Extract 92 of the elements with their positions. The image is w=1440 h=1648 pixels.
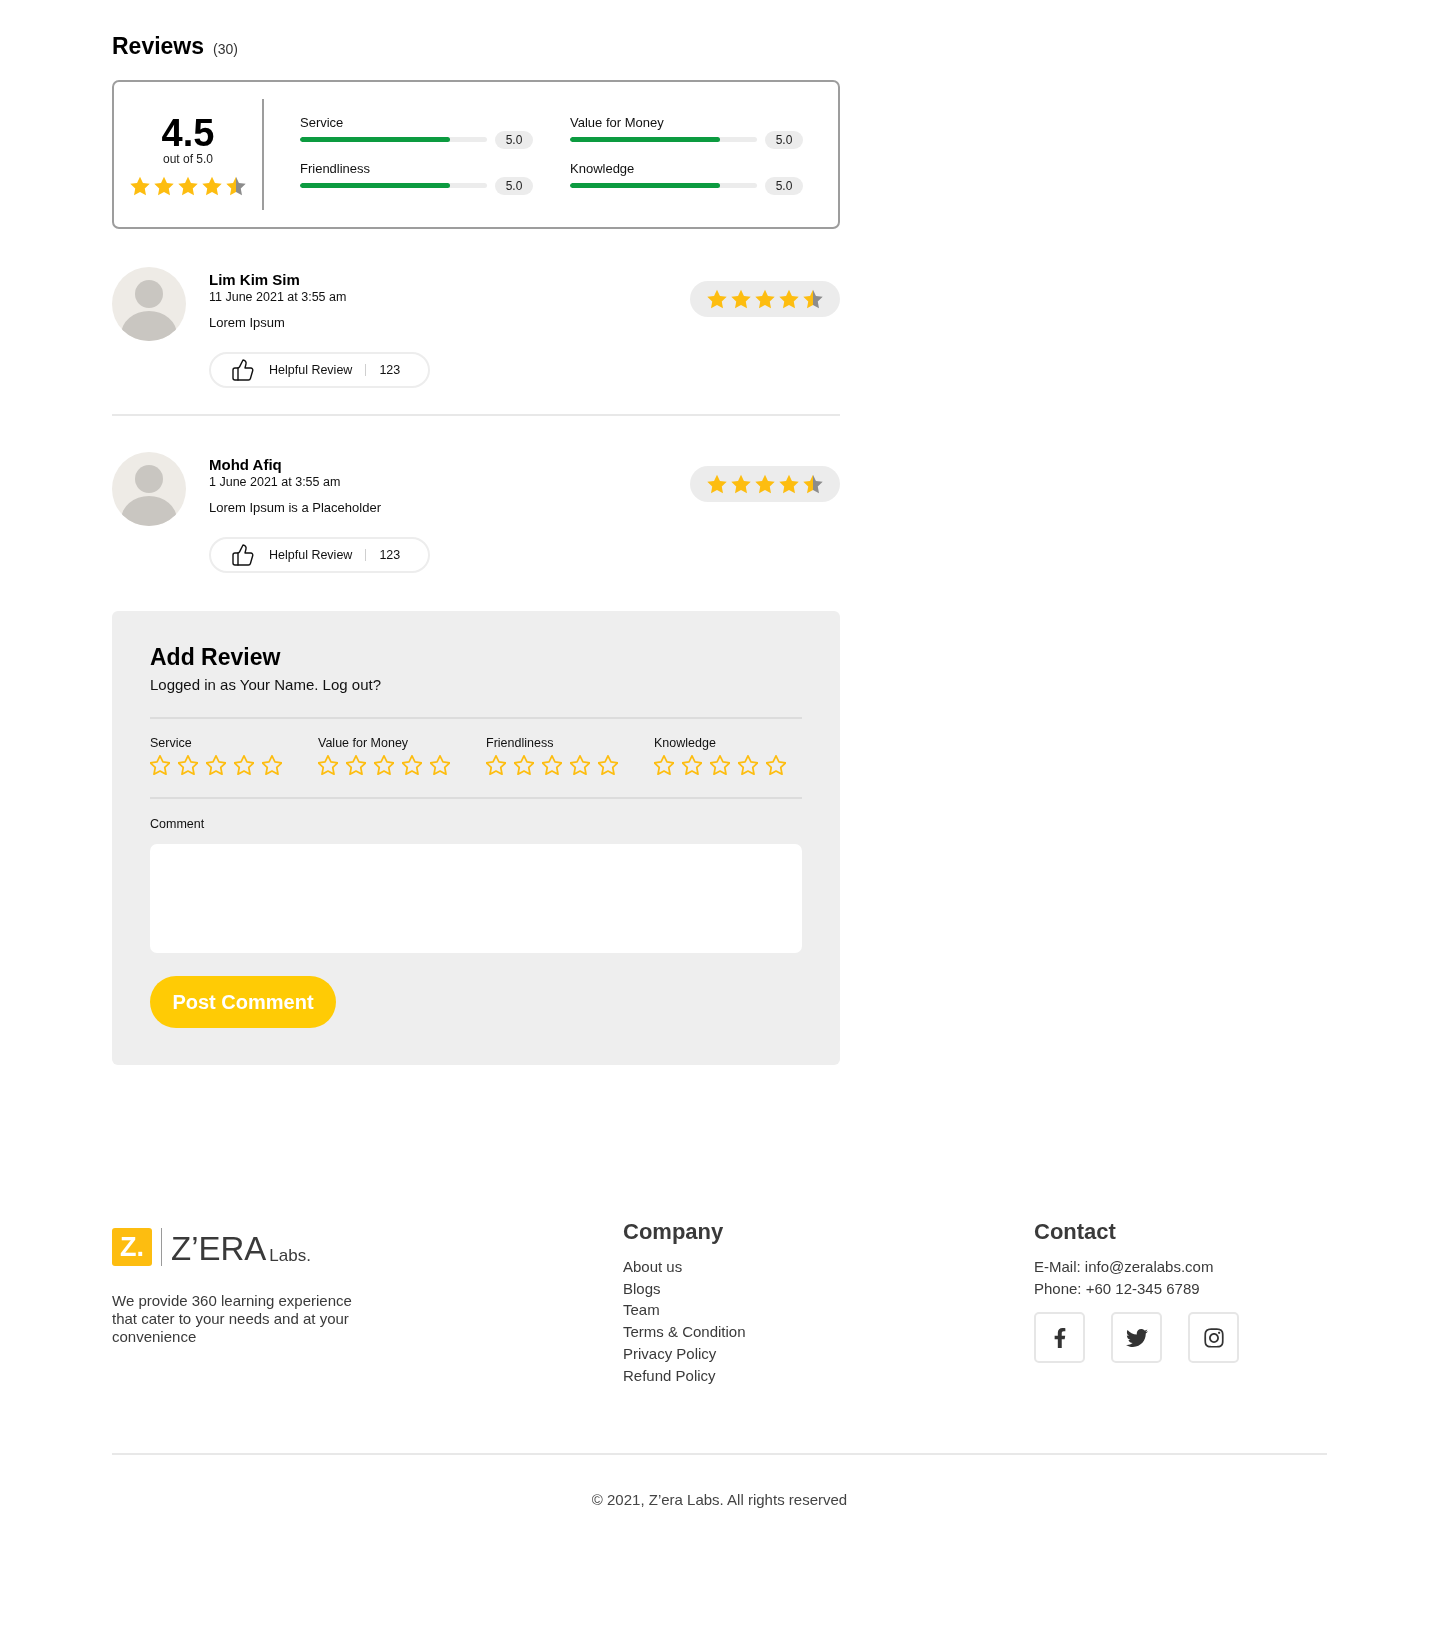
copyright-text: © 2021, Z’era Labs. All rights reserved bbox=[591, 1490, 848, 1511]
star-icon[interactable] bbox=[598, 755, 618, 775]
star-icon bbox=[755, 474, 775, 494]
star-icon[interactable] bbox=[374, 755, 394, 775]
social-link[interactable] bbox=[1188, 1312, 1239, 1364]
review-text: Lorem Ipsum bbox=[209, 314, 285, 331]
login-status: Logged in as Your Name. Log out? bbox=[150, 675, 381, 695]
star-icon bbox=[731, 289, 751, 309]
footer-link[interactable]: Terms & Condition bbox=[623, 1321, 746, 1343]
star-icon[interactable] bbox=[738, 755, 758, 775]
star-icon[interactable] bbox=[514, 755, 534, 775]
reviewer-name: Mohd Afiq bbox=[209, 456, 282, 474]
category-label: Knowledge bbox=[570, 160, 635, 176]
score-scale: out of 5.0 bbox=[162, 151, 213, 166]
star-input[interactable] bbox=[654, 755, 786, 775]
user-avatar-icon bbox=[112, 267, 186, 341]
footer-link[interactable]: Refund Policy bbox=[623, 1364, 716, 1387]
star-icon[interactable] bbox=[318, 755, 338, 775]
star-icon[interactable] bbox=[402, 755, 422, 775]
category-label: Friendliness bbox=[300, 160, 371, 176]
social-link[interactable] bbox=[1034, 1312, 1085, 1364]
star-icon[interactable] bbox=[150, 755, 170, 775]
star-icon bbox=[803, 289, 823, 309]
user-avatar-icon bbox=[112, 452, 186, 526]
score-badge: 5.0 bbox=[495, 176, 533, 195]
star-icon[interactable] bbox=[710, 755, 730, 775]
helpful-count: 123 bbox=[379, 361, 401, 379]
logo-mark: Z. bbox=[112, 1228, 152, 1266]
star-input[interactable] bbox=[318, 755, 450, 775]
helpful-count: 123 bbox=[379, 546, 401, 564]
star-icon[interactable] bbox=[346, 755, 366, 775]
rating-label: Service bbox=[150, 735, 192, 751]
star-input[interactable] bbox=[150, 755, 282, 775]
star-icon[interactable] bbox=[206, 755, 226, 775]
reviewer-name: Lim Kim Sim bbox=[209, 271, 300, 289]
footer-link[interactable]: Blogs bbox=[623, 1277, 661, 1300]
star-icon bbox=[202, 175, 222, 196]
score-badge: 5.0 bbox=[765, 176, 803, 195]
star-icon bbox=[707, 474, 727, 494]
star-icon bbox=[779, 289, 799, 309]
footer-link[interactable]: About us bbox=[623, 1256, 683, 1278]
star-icon[interactable] bbox=[430, 755, 450, 775]
star-icon[interactable] bbox=[486, 755, 506, 775]
score-badge: 5.0 bbox=[765, 130, 803, 149]
instagram-icon bbox=[1202, 1326, 1225, 1349]
company-heading: Company bbox=[623, 1219, 724, 1245]
star-icon[interactable] bbox=[766, 755, 786, 775]
add-review-title: Add Review bbox=[150, 643, 281, 671]
star-icon[interactable] bbox=[654, 755, 674, 775]
review-text: Lorem Ipsum is a Placeholder bbox=[209, 499, 381, 516]
star-icon bbox=[779, 474, 799, 494]
star-icon[interactable] bbox=[178, 755, 198, 775]
star-icon bbox=[803, 474, 823, 494]
star-icon[interactable] bbox=[570, 755, 590, 775]
contact-phone: Phone: +60 12-345 6789 bbox=[1034, 1278, 1200, 1299]
rating-label: Value for Money bbox=[318, 735, 409, 751]
star-input[interactable] bbox=[486, 755, 618, 775]
star-icon[interactable] bbox=[542, 755, 562, 775]
review-date: 1 June 2021 at 3:55 am bbox=[209, 474, 341, 490]
contact-email: E-Mail: info@zeralabs.com bbox=[1034, 1257, 1214, 1277]
review-count: (30) bbox=[213, 40, 238, 59]
review-date: 11 June 2021 at 3:55 am bbox=[209, 289, 347, 305]
rating-label: Knowledge bbox=[654, 735, 716, 751]
star-icon bbox=[154, 175, 174, 196]
brand-name: Z’ERA bbox=[171, 1232, 267, 1266]
thumbs-up-icon bbox=[231, 543, 255, 567]
contact-heading: Contact bbox=[1034, 1219, 1116, 1245]
brand-suffix: Labs. bbox=[269, 1246, 311, 1266]
footer-link[interactable]: Privacy Policy bbox=[623, 1342, 717, 1365]
star-icon bbox=[707, 289, 727, 309]
star-icon bbox=[130, 175, 150, 196]
star-icon bbox=[226, 175, 246, 196]
star-icon bbox=[178, 175, 198, 196]
star-icon bbox=[755, 289, 775, 309]
star-icon[interactable] bbox=[262, 755, 282, 775]
comment-label: Comment bbox=[150, 816, 205, 832]
score-badge: 5.0 bbox=[495, 130, 533, 149]
helpful-review-button[interactable]: Helpful Review 123 bbox=[209, 537, 430, 573]
footer-link[interactable]: Team bbox=[623, 1299, 660, 1322]
star-icon[interactable] bbox=[234, 755, 254, 775]
twitter-icon bbox=[1125, 1326, 1148, 1349]
category-label: Service bbox=[300, 114, 344, 130]
category-label: Value for Money bbox=[570, 114, 664, 130]
social-link[interactable] bbox=[1111, 1312, 1162, 1364]
section-title: Reviews bbox=[112, 32, 205, 60]
star-icon[interactable] bbox=[682, 755, 702, 775]
star-icon bbox=[731, 474, 751, 494]
thumbs-up-icon bbox=[231, 358, 255, 382]
footer-tagline: We provide 360 learning experience that cater to your needs and at your convenience bbox=[112, 1292, 353, 1346]
rating-label: Friendliness bbox=[486, 735, 554, 751]
helpful-review-button[interactable]: Helpful Review 123 bbox=[209, 352, 430, 388]
average-score: 4.5 bbox=[161, 113, 215, 152]
